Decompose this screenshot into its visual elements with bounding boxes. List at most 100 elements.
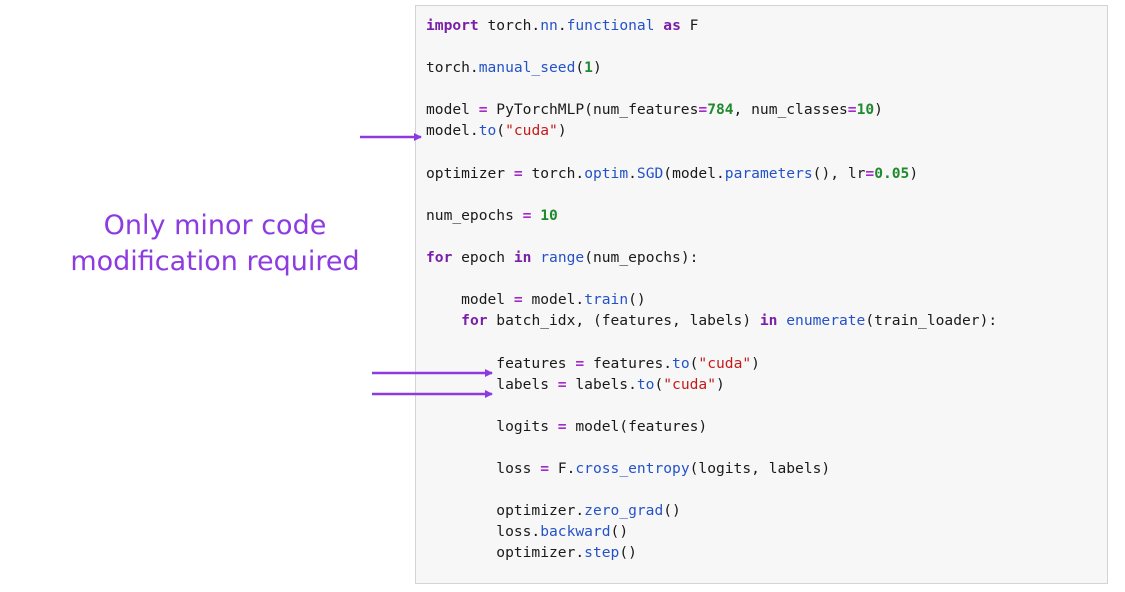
code-token: enumerate bbox=[786, 312, 866, 330]
code-token: = bbox=[847, 101, 857, 119]
code-line: for epoch in range(num_epochs): bbox=[426, 247, 997, 268]
code-token: optimizer bbox=[426, 164, 514, 182]
code-token: "cuda" bbox=[663, 375, 716, 393]
code-token: F. bbox=[549, 459, 576, 477]
code-line: logits = model(features) bbox=[426, 416, 997, 437]
code-token: ) bbox=[592, 59, 602, 77]
code-line: for batch_idx, (features, labels) in enu… bbox=[426, 310, 997, 331]
code-line: import torch.nn.functional as F bbox=[426, 15, 997, 36]
code-token: manual_seed bbox=[478, 59, 576, 77]
code-token: (num_epochs): bbox=[584, 249, 699, 267]
code-token: . bbox=[628, 164, 637, 182]
code-line: loss.backward() bbox=[426, 521, 997, 542]
code-token: ( bbox=[654, 375, 664, 393]
code-token: ) bbox=[557, 122, 567, 140]
code-token: torch. bbox=[522, 164, 585, 182]
code-token: (), lr bbox=[812, 164, 866, 182]
code-token: "cuda" bbox=[505, 122, 558, 140]
caption-line-2: modification required bbox=[70, 246, 360, 277]
code-line: optimizer = torch.optim.SGD(model.parame… bbox=[426, 163, 997, 184]
code-token: , num_classes bbox=[733, 101, 848, 119]
code-token: () bbox=[628, 291, 646, 309]
code-panel: import torch.nn.functional as Ftorch.man… bbox=[415, 5, 1108, 584]
code-token: 0.05 bbox=[874, 164, 910, 182]
code-token: batch_idx, (features, labels) bbox=[487, 312, 760, 330]
code-token: to bbox=[672, 354, 690, 372]
code-token: loss bbox=[426, 459, 541, 477]
code-token: () bbox=[619, 544, 637, 562]
code-token: for bbox=[461, 312, 488, 330]
code-token: ) bbox=[715, 375, 725, 393]
code-token: range bbox=[540, 249, 585, 267]
code-line: model = PyTorchMLP(num_features=784, num… bbox=[426, 99, 997, 120]
code-line: num_epochs = 10 bbox=[426, 205, 997, 226]
code-token: () bbox=[610, 523, 629, 541]
code-token: 10 bbox=[856, 101, 875, 119]
caption: Only minor code modification required bbox=[20, 208, 410, 280]
code-line: model = model.train() bbox=[426, 289, 997, 310]
code-token: backward bbox=[540, 523, 611, 541]
code-token: = bbox=[478, 101, 488, 119]
code-token: model. bbox=[522, 291, 585, 309]
code-token: nn bbox=[540, 17, 558, 34]
code-token: ) bbox=[874, 101, 883, 119]
code-token: labels. bbox=[566, 375, 637, 393]
code-token: cross_entropy bbox=[575, 459, 690, 477]
code-token: = bbox=[865, 164, 875, 182]
code-token: ) bbox=[909, 164, 919, 182]
code-token: = bbox=[557, 417, 567, 435]
code-token: epoch bbox=[452, 249, 514, 267]
code-token: (model. bbox=[663, 164, 725, 182]
code-token: () bbox=[663, 502, 681, 520]
code-token: ( bbox=[496, 122, 506, 140]
code-line: model.to("cuda") bbox=[426, 120, 997, 141]
code-token: "cuda" bbox=[698, 354, 752, 372]
code-token: to bbox=[636, 375, 655, 393]
code-token: step bbox=[584, 544, 620, 562]
code-token: torch. bbox=[426, 59, 479, 77]
code-token: optim bbox=[584, 164, 629, 182]
code-token: zero_grad bbox=[584, 502, 664, 520]
code-token: loss. bbox=[426, 523, 541, 541]
code-token: (train_loader): bbox=[865, 312, 998, 330]
code-line: optimizer.zero_grad() bbox=[426, 500, 997, 521]
code-token: . bbox=[557, 17, 567, 34]
code-token: in bbox=[513, 249, 532, 267]
code-token: functional bbox=[566, 17, 655, 34]
code-token: to bbox=[478, 122, 497, 140]
code-token: parameters bbox=[724, 164, 813, 182]
code-line: labels = labels.to("cuda") bbox=[426, 374, 997, 395]
code-token: num_epochs bbox=[426, 206, 523, 224]
code-token: = bbox=[513, 291, 523, 309]
code-line: torch.manual_seed(1) bbox=[426, 57, 997, 78]
code-block: import torch.nn.functional as Ftorch.man… bbox=[426, 15, 997, 563]
code-token: optimizer. bbox=[426, 544, 585, 562]
code-token: 784 bbox=[707, 101, 734, 119]
code-token: model(features) bbox=[566, 417, 708, 435]
code-line: optimizer.step() bbox=[426, 542, 997, 563]
code-token: in bbox=[759, 312, 778, 330]
code-token: labels bbox=[426, 375, 558, 393]
code-token: 10 bbox=[540, 206, 558, 224]
code-token: import bbox=[426, 17, 479, 34]
code-token: PyTorchMLP(num_features bbox=[487, 101, 699, 119]
code-token: = bbox=[540, 459, 550, 477]
code-token: torch. bbox=[478, 17, 541, 34]
code-token: SGD bbox=[636, 164, 664, 182]
code-token: (logits, labels) bbox=[689, 459, 831, 477]
code-line: features = features.to("cuda") bbox=[426, 353, 997, 374]
code-token: ( bbox=[575, 59, 585, 77]
code-token: = bbox=[513, 164, 523, 182]
caption-line-1: Only minor code bbox=[103, 210, 327, 241]
code-token: features. bbox=[584, 354, 673, 372]
